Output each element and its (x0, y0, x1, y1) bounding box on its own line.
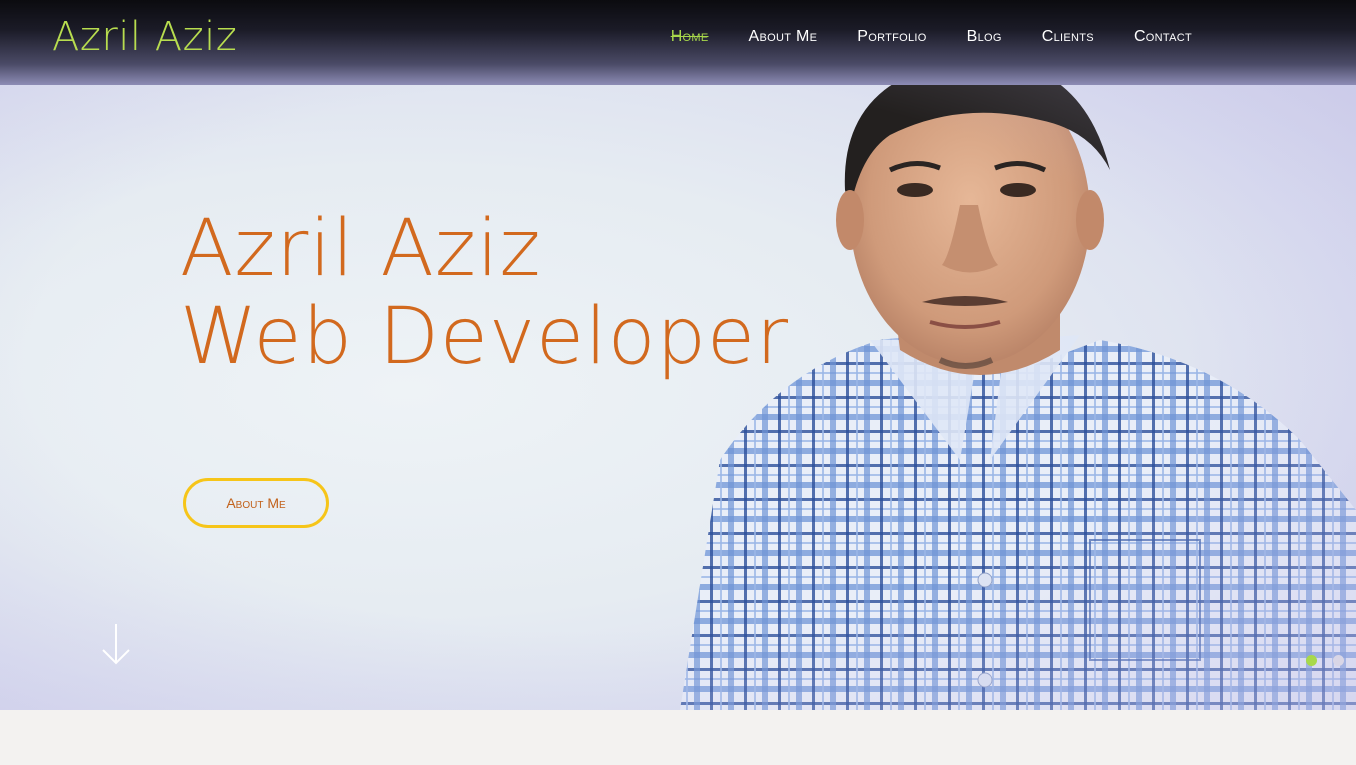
slider-dots (1306, 655, 1344, 666)
main-nav: Home About Me Portfolio Blog Clients Con… (671, 28, 1192, 46)
headline-name: Azril Aziz (180, 204, 542, 294)
nav-portfolio[interactable]: Portfolio (857, 28, 926, 46)
nav-clients[interactable]: Clients (1042, 28, 1094, 46)
nav-blog[interactable]: Blog (967, 28, 1002, 46)
nav-contact[interactable]: Contact (1134, 28, 1192, 46)
slider-dot-2[interactable] (1333, 655, 1344, 666)
hero-section: Azril Aziz Web Developer About Me (0, 0, 1356, 710)
nav-home[interactable]: Home (671, 28, 709, 46)
nav-about-me[interactable]: About Me (749, 28, 818, 46)
arrow-down-icon[interactable] (100, 622, 132, 666)
headline-role: Web Developer (180, 292, 790, 382)
about-me-button[interactable]: About Me (183, 478, 329, 528)
top-navbar: Azril Aziz Home About Me Portfolio Blog … (0, 0, 1356, 85)
site-logo[interactable]: Azril Aziz (52, 14, 237, 60)
slider-dot-1[interactable] (1306, 655, 1317, 666)
hero-headline: Azril Aziz Web Developer (180, 205, 789, 381)
